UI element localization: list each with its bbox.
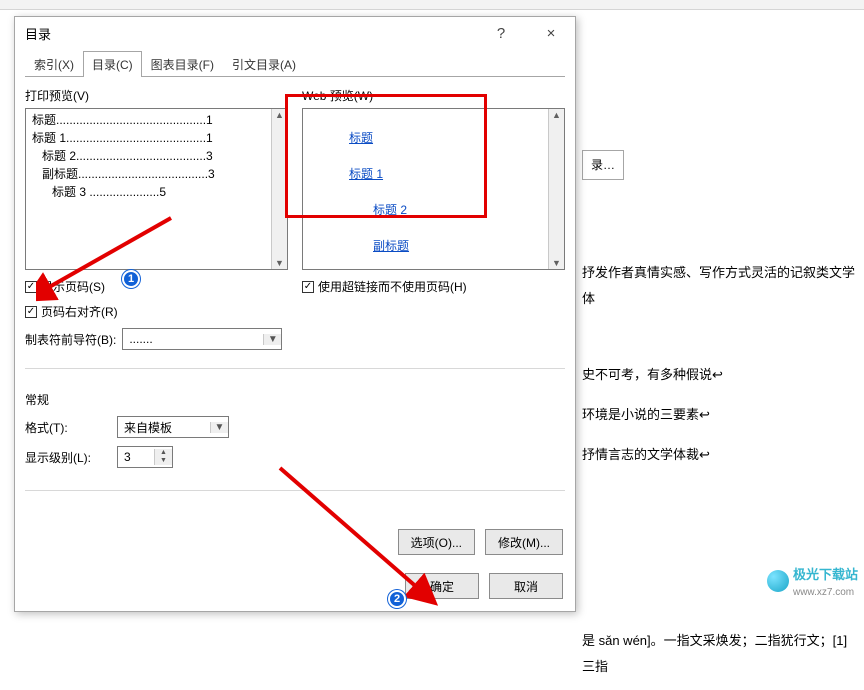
chevron-down-icon: ▼ <box>210 422 228 433</box>
web-preview-link[interactable]: 标题 2 <box>349 201 407 219</box>
background-document: 录… 抒发作者真情实感、写作方式灵活的记叙类文学体 史不可考，有多种假说↩ 环境… <box>576 10 864 690</box>
web-preview-link[interactable]: 副标题 <box>349 237 409 255</box>
tab-label: 图表目录(F) <box>151 58 214 72</box>
print-preview-content: 标题......................................… <box>26 109 271 269</box>
tab-leader-row: 制表符前导符(B): ....... ▼ <box>25 328 288 350</box>
doc-text-line: 抒发作者真情实感、写作方式灵活的记叙类文学体 <box>582 260 858 312</box>
web-preview-link[interactable]: 标题 <box>349 131 373 145</box>
checkbox-icon <box>302 281 314 293</box>
cancel-button[interactable]: 取消 <box>489 573 563 599</box>
format-combo[interactable]: 来自模板 ▼ <box>117 416 229 438</box>
show-levels-row: 显示级别(L): 3 ▲▼ <box>25 446 565 468</box>
tab-leader-combo[interactable]: ....... ▼ <box>122 328 282 350</box>
tab-figures[interactable]: 图表目录(F) <box>142 51 223 77</box>
scroll-down-icon[interactable]: ▼ <box>552 257 561 269</box>
checkbox-icon <box>25 306 37 318</box>
combo-value: 来自模板 <box>118 419 210 436</box>
print-preview-label: 打印预览(V) <box>25 87 288 104</box>
tab-index[interactable]: 索引(X) <box>25 51 83 77</box>
tab-leader-label: 制表符前导符(B): <box>25 331 116 348</box>
doc-text-line: 史不可考，有多种假说↩ <box>582 362 858 388</box>
show-levels-label: 显示级别(L): <box>25 449 111 466</box>
toc-dialog: 目录 ? × 索引(X) 目录(C) 图表目录(F) 引文目录(A) 打印预览(… <box>14 16 576 612</box>
checkbox-icon <box>25 281 37 293</box>
tab-toc[interactable]: 目录(C) <box>83 51 142 77</box>
modify-button[interactable]: 修改(M)... <box>485 529 563 555</box>
doc-text-line: 抒情言志的文学体裁↩ <box>582 442 858 468</box>
background-button[interactable]: 录… <box>582 150 624 180</box>
right-align-checkbox[interactable]: 页码右对齐(R) <box>25 303 288 320</box>
general-group-label: 常规 <box>25 391 565 408</box>
tab-citations[interactable]: 引文目录(A) <box>223 51 305 77</box>
options-button[interactable]: 选项(O)... <box>398 529 475 555</box>
tab-label: 引文目录(A) <box>232 58 296 72</box>
combo-value: ....... <box>123 332 263 346</box>
format-label: 格式(T): <box>25 419 111 436</box>
close-icon[interactable]: × <box>533 25 569 42</box>
dialog-titlebar: 目录 ? × <box>15 17 575 49</box>
spinner-arrows-icon: ▲▼ <box>154 449 172 465</box>
chevron-down-icon: ▼ <box>263 334 281 345</box>
scroll-up-icon[interactable]: ▲ <box>552 109 561 121</box>
tab-strip: 索引(X) 目录(C) 图表目录(F) 引文目录(A) <box>25 49 565 77</box>
help-icon[interactable]: ? <box>483 25 519 42</box>
scroll-up-icon[interactable]: ▲ <box>275 109 284 121</box>
scroll-down-icon[interactable]: ▼ <box>275 257 284 269</box>
tab-label: 索引(X) <box>34 58 74 72</box>
checkbox-label: 页码右对齐(R) <box>41 303 118 320</box>
checkbox-label: 使用超链接而不使用页码(H) <box>318 278 467 295</box>
use-hyperlinks-checkbox[interactable]: 使用超链接而不使用页码(H) <box>302 278 565 295</box>
doc-text-line: 是 sǎn wén]。一指文采焕发；二指犹行文；[1]三指 <box>582 628 858 680</box>
spinner-value: 3 <box>118 450 154 464</box>
print-preview-box: 标题......................................… <box>25 108 288 270</box>
show-levels-spinner[interactable]: 3 ▲▼ <box>117 446 173 468</box>
format-row: 格式(T): 来自模板 ▼ <box>25 416 565 438</box>
tab-label: 目录(C) <box>92 58 133 72</box>
web-preview-content: 标题 标题 1 标题 2 副标题 标题 3 <box>303 109 548 269</box>
doc-text-line: 环境是小说的三要素↩ <box>582 402 858 428</box>
web-preview-box: 标题 标题 1 标题 2 副标题 标题 3 ▲ ▼ <box>302 108 565 270</box>
web-preview-label: Web 预览(W) <box>302 87 565 104</box>
dialog-title: 目录 <box>25 24 51 43</box>
ok-button[interactable]: 确定 <box>405 573 479 599</box>
show-page-numbers-checkbox[interactable]: 显示页码(S) <box>25 278 288 295</box>
checkbox-label: 显示页码(S) <box>41 278 105 295</box>
scrollbar[interactable]: ▲ ▼ <box>548 109 564 269</box>
web-preview-link[interactable]: 标题 1 <box>349 167 383 181</box>
scrollbar[interactable]: ▲ ▼ <box>271 109 287 269</box>
